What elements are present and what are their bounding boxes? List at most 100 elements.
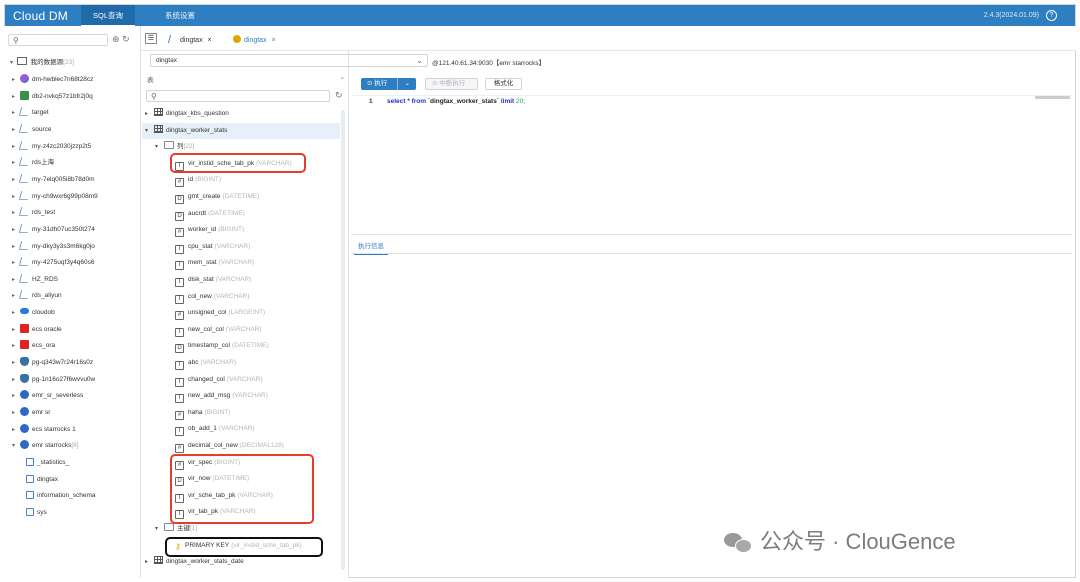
datasource-item[interactable]: ▸ rds_test [12, 205, 55, 221]
column-item[interactable]: Dgmt_create (DATETIME) [172, 189, 340, 205]
refresh-icon[interactable]: ↻ [122, 34, 130, 44]
tab-dingtax-2[interactable]: dingtax × [233, 35, 276, 44]
datasource-item[interactable]: ▸ my-7elq005i8b78d0m [12, 172, 95, 188]
datasource-item[interactable]: ▸ emr sr [12, 405, 50, 421]
datasource-item[interactable]: ▸ my-dky3y3s3m6kg0jo [12, 239, 95, 255]
expand-arrow-icon[interactable]: ▸ [12, 322, 20, 338]
close-icon[interactable]: × [272, 37, 276, 44]
run-button[interactable]: ⊙ 执行 ⌄ [361, 78, 416, 90]
object-tree-scrollbar[interactable] [341, 110, 345, 570]
sql-editor[interactable] [351, 95, 1072, 235]
column-item[interactable]: Tabc (VARCHAR) [172, 355, 340, 371]
number-type-icon: # [175, 178, 184, 188]
format-button[interactable]: 格式化 [485, 78, 522, 90]
refresh-icon[interactable]: ↻ [335, 90, 343, 101]
datasource-search-input[interactable]: ⚲ [8, 34, 108, 46]
expand-arrow-icon[interactable]: ▸ [12, 338, 20, 354]
collapse-arrow-icon[interactable]: ▾ [145, 123, 154, 139]
datasource-root[interactable]: ▾ 我的数据源[23] [10, 56, 74, 66]
schema-item[interactable]: information_schema [26, 488, 96, 504]
number-type-icon: # [175, 228, 184, 238]
nav-system-settings[interactable]: 系统设置 [153, 5, 207, 27]
datasource-item[interactable]: ▸ pg-q343w7r24r16s0z [12, 355, 93, 371]
datasource-item[interactable]: ▸ ecs_ora [12, 338, 55, 354]
datasource-item[interactable]: ▸ my-4275uqf3y4q60s6 [12, 255, 95, 271]
collapse-arrow-icon[interactable]: ▾ [10, 60, 13, 66]
datasource-item[interactable]: ▸ my-ch9wxr6g99p08m9 [12, 189, 98, 205]
datasource-item[interactable]: ▸ db2-nvkq57z1bfr2j0q [12, 89, 93, 105]
number-type-icon: # [175, 311, 184, 321]
add-datasource-icon[interactable]: ⊕ [112, 34, 120, 44]
column-item[interactable]: Tcol_new (VARCHAR) [172, 289, 340, 305]
column-item[interactable]: Tnew_add_msg (VARCHAR) [172, 388, 340, 404]
column-item[interactable]: Tob_add_1 (VARCHAR) [172, 421, 340, 437]
nav-sql-query[interactable]: SQL查询 [81, 5, 136, 27]
column-item[interactable]: Tchanged_col (VARCHAR) [172, 372, 340, 388]
collapse-arrow-icon[interactable]: ▾ [12, 438, 20, 454]
help-icon[interactable]: ? [1046, 10, 1057, 21]
tab-dingtax-1[interactable]: dingtax × [167, 35, 212, 44]
table-item-selected[interactable]: ▾ dingtax_worker_stats [142, 122, 340, 139]
expand-arrow-icon[interactable]: ▸ [12, 89, 20, 105]
collapse-arrow-icon[interactable]: ▾ [155, 139, 164, 155]
datasource-item[interactable]: ▸ rds上海 [12, 155, 54, 171]
datasource-item[interactable]: ▸ target [12, 105, 49, 121]
expand-arrow-icon[interactable]: ▸ [12, 422, 20, 438]
expand-arrow-icon[interactable]: ▸ [145, 554, 154, 570]
chevron-down-icon[interactable]: ⌄ [339, 72, 346, 81]
column-type: (VARCHAR) [225, 325, 262, 333]
expand-arrow-icon[interactable]: ▸ [145, 106, 154, 122]
datasource-item[interactable]: ▸ pg-1n16o27f6wvvu0w [12, 372, 95, 388]
column-item[interactable]: Daucrdt (DATETIME) [172, 206, 340, 222]
datasource-item[interactable]: ▸ HZ_RDS [12, 272, 58, 288]
datasource-item[interactable]: ▾ emr starrocks[8] [12, 438, 79, 454]
datasource-item[interactable]: ▸ ecs oracle [12, 322, 62, 338]
table-item[interactable]: ▸ dingtax_kbs_question [142, 106, 340, 122]
column-item[interactable]: # unsigned_col (LARGEINT) [172, 305, 340, 321]
datasource-item[interactable]: ▸ rds_aliyun [12, 288, 62, 304]
datasource-item[interactable]: ▸ cloudob [12, 305, 55, 321]
expand-arrow-icon[interactable]: ▸ [12, 405, 20, 421]
highlight-primary-key [165, 537, 323, 557]
sql-terminator: ; [523, 98, 526, 105]
datasource-item[interactable]: ▸ my-z4zc2030jzzp2t5 [12, 139, 91, 155]
column-item[interactable]: Tmem_stat (VARCHAR) [172, 255, 340, 271]
starrocks-icon [20, 423, 29, 433]
expand-arrow-icon[interactable]: ▸ [12, 372, 20, 388]
column-item[interactable]: Tdisk_stat (VARCHAR) [172, 272, 340, 288]
column-name: new_col_col [188, 325, 224, 333]
column-item[interactable]: Tnew_col_col (VARCHAR) [172, 322, 340, 338]
datasource-item[interactable]: ▸ my-31dh07uc350t274 [12, 222, 95, 238]
expand-arrow-icon[interactable]: ▸ [12, 305, 20, 321]
chevron-down-icon[interactable]: ⌄ [405, 78, 410, 90]
datasource-panel: ⚲ ⊕ ↻ ▾ 我的数据源[23] ▸ dm-hwblec7n68t28cz ▸ db… [4, 26, 141, 578]
object-search-input[interactable]: ⚲ [146, 90, 330, 102]
datasource-item[interactable]: ▸ dm-hwblec7n68t28cz [12, 72, 93, 88]
sql-code-line[interactable]: select * from `dingtax_worker_stats` lim… [387, 98, 525, 105]
editor-hscroll[interactable] [1035, 96, 1070, 99]
datasource-item[interactable]: ▸ source [12, 122, 52, 138]
column-item[interactable]: Dtimestamp_col (DATETIME) [172, 338, 340, 354]
column-item[interactable]: Tcpu_stat (VARCHAR) [172, 239, 340, 255]
datasource-item[interactable]: ▸ ecs starrocks 1 [12, 422, 76, 438]
column-item[interactable]: # haha (BIGINT) [172, 405, 340, 421]
db2-icon [20, 90, 29, 100]
schema-item[interactable]: _statistics_ [26, 455, 69, 471]
collapse-arrow-icon[interactable]: ▾ [155, 521, 164, 537]
editor-result-splitter[interactable] [351, 234, 1072, 235]
toggle-panel-icon[interactable]: ☰ [145, 33, 157, 44]
expand-arrow-icon[interactable]: ▸ [12, 388, 20, 404]
stop-button[interactable]: ⊙ 中断执行 [425, 78, 478, 90]
expand-arrow-icon[interactable]: ▸ [12, 72, 20, 88]
pk-count: [1] [190, 525, 198, 532]
expand-arrow-icon[interactable]: ▸ [12, 355, 20, 371]
close-icon[interactable]: × [208, 37, 212, 44]
database-select[interactable]: dingtax ⌄ [150, 54, 428, 67]
schema-item[interactable]: sys [26, 505, 47, 521]
column-item[interactable]: # id (BIGINT) [172, 172, 340, 188]
stop-label: 中断执行 [439, 80, 466, 87]
datasource-item[interactable]: ▸ emr_sr_severless [12, 388, 83, 404]
column-item[interactable]: # decimal_col_new (DECIMAL128) [172, 438, 340, 454]
schema-item[interactable]: dingtax [26, 472, 58, 488]
column-item[interactable]: # worker_id (BIGINT) [172, 222, 340, 238]
